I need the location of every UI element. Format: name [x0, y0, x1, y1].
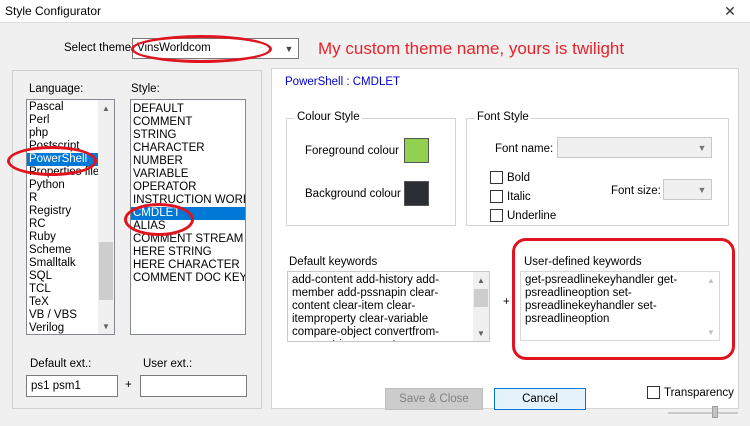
- user-keywords-title: User-defined keywords: [524, 256, 642, 268]
- keywords-plus: +: [503, 296, 510, 308]
- scroll-up-icon[interactable]: ▲: [703, 272, 719, 288]
- theme-select-value: VinsWorldcom: [137, 42, 211, 54]
- default-ext-label: Default ext.:: [30, 358, 92, 370]
- list-item[interactable]: OPERATOR: [131, 181, 245, 194]
- default-ext-field: ps1 psm1: [26, 375, 118, 397]
- scroll-down-icon[interactable]: ▼: [98, 318, 114, 334]
- user-keywords-input[interactable]: get-psreadlinekeyhandler get-psreadlineo…: [520, 271, 720, 341]
- font-name-label: Font name:: [495, 143, 554, 155]
- bold-checkbox[interactable]: Bold: [490, 171, 530, 184]
- language-label: Language:: [29, 83, 84, 95]
- list-item[interactable]: VB / VBS: [27, 309, 98, 322]
- window-title: Style Configurator: [5, 4, 102, 18]
- list-item[interactable]: CHARACTER: [131, 142, 245, 155]
- user-keywords-scrollbar[interactable]: ▲ ▼: [703, 272, 719, 340]
- user-ext-label: User ext.:: [143, 358, 193, 370]
- underline-checkbox[interactable]: Underline: [490, 209, 556, 222]
- font-size-select[interactable]: ▼: [663, 179, 712, 200]
- style-label: Style:: [131, 83, 160, 95]
- scroll-down-icon[interactable]: ▼: [473, 325, 489, 341]
- close-icon[interactable]: ✕: [710, 0, 750, 23]
- list-item-selected[interactable]: PowerShell: [27, 153, 98, 166]
- list-item[interactable]: Scheme: [27, 244, 98, 257]
- scroll-up-icon[interactable]: ▲: [473, 272, 489, 288]
- list-item[interactable]: Perl: [27, 114, 98, 127]
- font-size-label: Font size:: [611, 185, 661, 197]
- background-colour-swatch[interactable]: [404, 181, 429, 206]
- list-item[interactable]: ALIAS: [131, 220, 245, 233]
- save-close-button[interactable]: Save & Close: [385, 388, 483, 410]
- list-item[interactable]: R: [27, 192, 98, 205]
- default-ext-value: ps1 psm1: [31, 380, 81, 392]
- font-name-select[interactable]: ▼: [557, 137, 712, 158]
- transparency-label: Transparency: [664, 386, 734, 399]
- list-item[interactable]: NUMBER: [131, 155, 245, 168]
- list-item-selected[interactable]: CMDLET: [131, 207, 245, 220]
- default-keywords-box: add-content add-history add-member add-p…: [287, 271, 490, 342]
- list-item[interactable]: RC: [27, 218, 98, 231]
- list-item[interactable]: Ruby: [27, 231, 98, 244]
- list-item[interactable]: SQL: [27, 270, 98, 283]
- chevron-down-icon[interactable]: ▼: [693, 180, 711, 199]
- user-keywords-text: get-psreadlinekeyhandler get-psreadlineo…: [525, 274, 678, 325]
- scroll-thumb[interactable]: [99, 242, 113, 300]
- list-item[interactable]: Verilog: [27, 322, 98, 334]
- chevron-down-icon[interactable]: ▼: [693, 138, 711, 157]
- checkbox-box[interactable]: [647, 386, 660, 399]
- language-scrollbar[interactable]: ▲ ▼: [98, 100, 114, 334]
- list-item[interactable]: INSTRUCTION WORD: [131, 194, 245, 207]
- title-bar: Style Configurator ✕: [0, 0, 750, 23]
- font-style-title: Font Style: [475, 111, 531, 123]
- scroll-up-icon[interactable]: ▲: [98, 100, 114, 116]
- checkbox-box[interactable]: [490, 171, 503, 184]
- list-item[interactable]: Postscript: [27, 140, 98, 153]
- chevron-down-icon[interactable]: ▼: [280, 39, 298, 58]
- default-keywords-text: add-content add-history add-member add-p…: [292, 274, 440, 341]
- foreground-colour-label: Foreground colour: [305, 145, 399, 157]
- list-item[interactable]: TeX: [27, 296, 98, 309]
- annotation-text: My custom theme name, yours is twilight: [318, 39, 625, 58]
- colour-style-title: Colour Style: [295, 111, 362, 123]
- ext-plus: +: [125, 379, 132, 391]
- list-item[interactable]: php: [27, 127, 98, 140]
- checkbox-box[interactable]: [490, 190, 503, 203]
- theme-select[interactable]: VinsWorldcom ▼: [132, 38, 299, 59]
- list-item[interactable]: Properties file: [27, 166, 98, 179]
- list-item[interactable]: HERE CHARACTER: [131, 259, 245, 272]
- list-item[interactable]: VARIABLE: [131, 168, 245, 181]
- list-item[interactable]: Smalltalk: [27, 257, 98, 270]
- transparency-slider[interactable]: [668, 405, 738, 419]
- slider-handle[interactable]: [712, 406, 718, 418]
- style-header: PowerShell : CMDLET: [285, 76, 401, 88]
- list-item[interactable]: Python: [27, 179, 98, 192]
- list-item[interactable]: DEFAULT: [131, 103, 245, 116]
- language-list[interactable]: Pascal Perl php Postscript PowerShell Pr…: [26, 99, 115, 335]
- scroll-thumb[interactable]: [474, 289, 488, 307]
- keywords-scrollbar[interactable]: ▲ ▼: [473, 272, 489, 341]
- select-theme-label: Select theme:: [64, 42, 135, 54]
- transparency-checkbox[interactable]: Transparency: [647, 386, 734, 399]
- list-item[interactable]: COMMENT DOC KEYWORD: [131, 272, 245, 285]
- list-item[interactable]: STRING: [131, 129, 245, 142]
- list-item[interactable]: COMMENT: [131, 116, 245, 129]
- style-list[interactable]: DEFAULT COMMENT STRING CHARACTER NUMBER …: [130, 99, 246, 335]
- scroll-down-icon[interactable]: ▼: [703, 324, 719, 340]
- background-colour-label: Background colour: [305, 188, 401, 200]
- list-item[interactable]: COMMENT STREAM: [131, 233, 245, 246]
- bold-label: Bold: [507, 171, 531, 184]
- checkbox-box[interactable]: [490, 209, 503, 222]
- italic-checkbox[interactable]: Italic: [490, 190, 531, 203]
- list-item[interactable]: Pascal: [27, 101, 98, 114]
- cancel-button[interactable]: Cancel: [494, 388, 586, 410]
- foreground-colour-swatch[interactable]: [404, 138, 429, 163]
- user-ext-input[interactable]: [140, 375, 247, 397]
- list-item[interactable]: Registry: [27, 205, 98, 218]
- colour-style-group: Colour Style: [286, 111, 456, 226]
- list-item[interactable]: HERE STRING: [131, 246, 245, 259]
- underline-label: Underline: [507, 209, 557, 222]
- list-item[interactable]: TCL: [27, 283, 98, 296]
- italic-label: Italic: [507, 190, 531, 203]
- slider-track: [668, 412, 738, 414]
- default-keywords-title: Default keywords: [289, 256, 378, 268]
